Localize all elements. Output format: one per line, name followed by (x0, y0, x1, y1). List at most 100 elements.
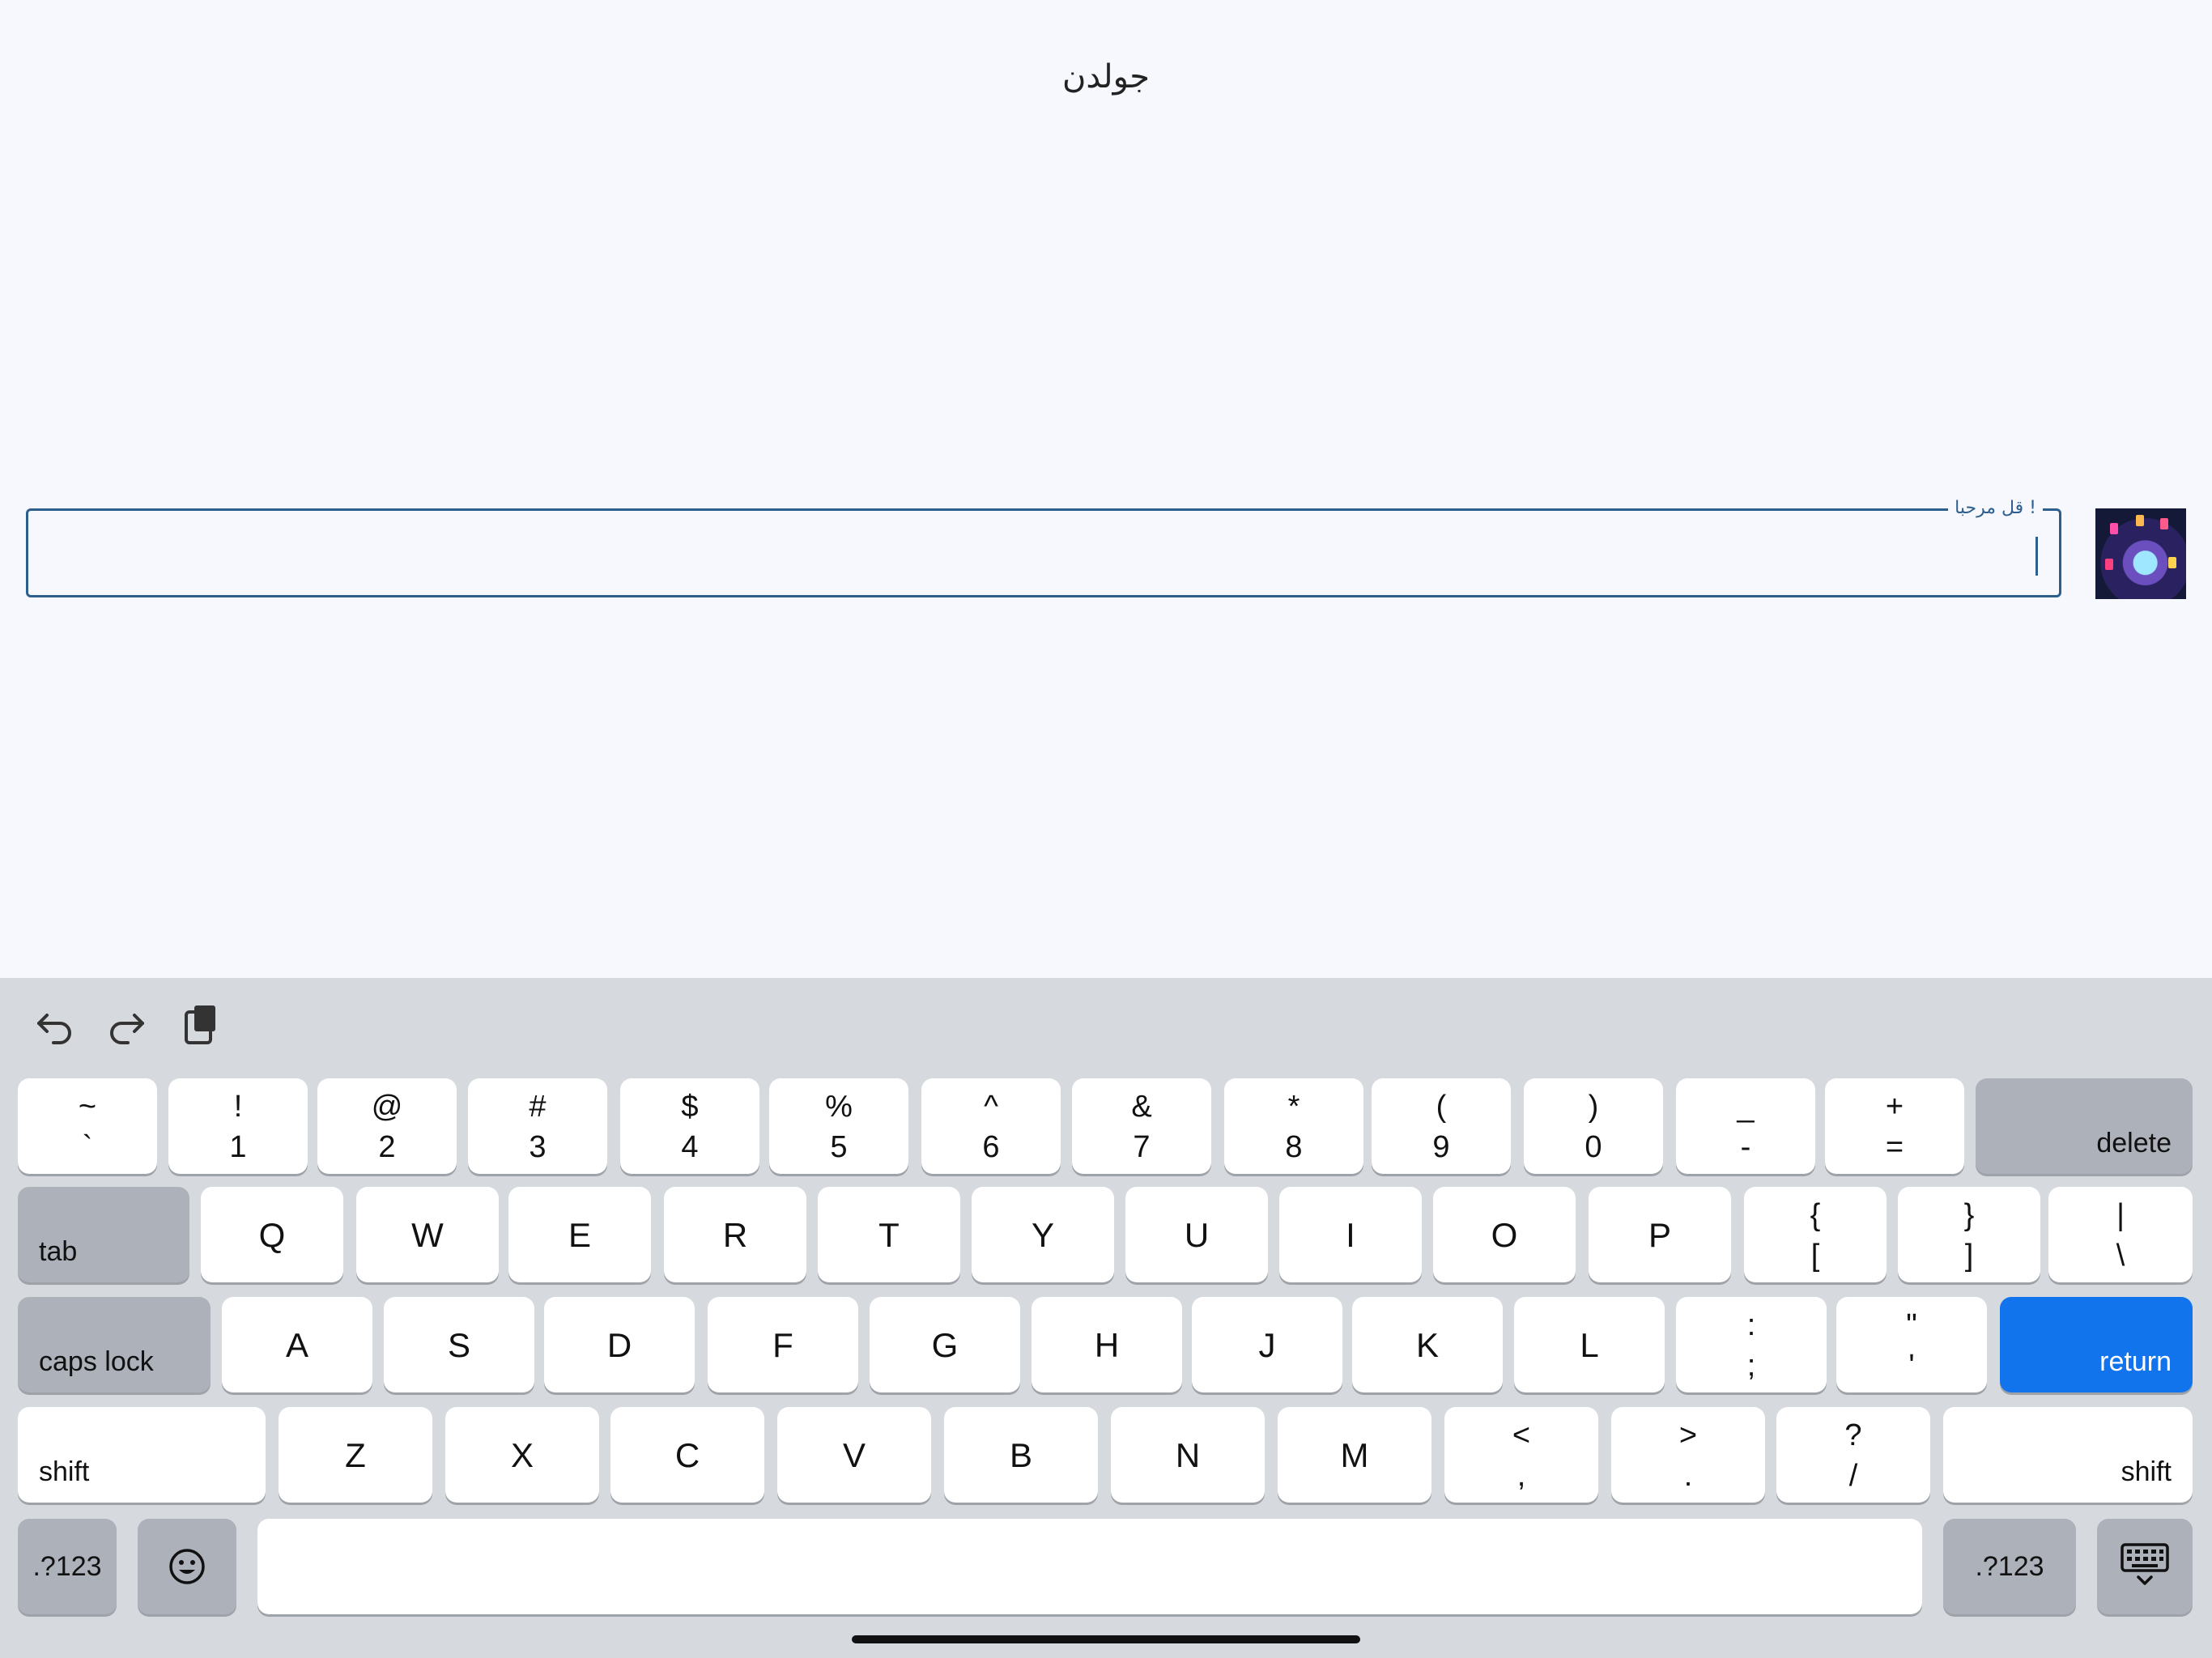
key-7[interactable]: & 7 (1072, 1078, 1211, 1174)
key-letter: R (722, 1216, 748, 1254)
tab-key[interactable]: tab (18, 1187, 189, 1282)
key-bottom-symbol: - (1740, 1130, 1751, 1164)
numbers-key-left[interactable]: .?123 (18, 1519, 117, 1614)
key-d[interactable]: D (544, 1297, 695, 1392)
home-indicator (852, 1635, 1360, 1643)
key-top-symbol: ! (233, 1090, 243, 1124)
shift-label: shift (2121, 1456, 2172, 1487)
key-3[interactable]: #3 (468, 1078, 607, 1174)
key-z[interactable]: Z (279, 1407, 432, 1503)
avatar[interactable] (2095, 508, 2186, 599)
key-symbol[interactable]: " ' (1836, 1297, 1987, 1392)
key-`[interactable]: ~ ` (18, 1078, 157, 1174)
shift-key-left[interactable]: shift (18, 1407, 266, 1503)
key-letter: M (1340, 1436, 1369, 1474)
dismiss-keyboard-key[interactable] (2097, 1519, 2193, 1614)
key-symbol[interactable]: {[ (1744, 1187, 1887, 1282)
undo-icon[interactable] (32, 1001, 78, 1046)
key-q[interactable]: Q (201, 1187, 343, 1282)
key-5[interactable]: % 5 (769, 1078, 908, 1174)
key-j[interactable]: J (1192, 1297, 1342, 1392)
key-n[interactable]: N (1111, 1407, 1265, 1503)
key-w[interactable]: W (356, 1187, 499, 1282)
key-=[interactable]: + = (1825, 1078, 1964, 1174)
key-letter: Y (1031, 1216, 1054, 1254)
key-y[interactable]: Y (972, 1187, 1114, 1282)
key-o[interactable]: O (1433, 1187, 1576, 1282)
key-g[interactable]: G (870, 1297, 1020, 1392)
space-bar[interactable] (257, 1519, 1922, 1614)
key-letter: B (1009, 1436, 1032, 1474)
key-e[interactable]: E (508, 1187, 651, 1282)
key-top-symbol: + (1885, 1090, 1904, 1124)
key-k[interactable]: K (1352, 1297, 1503, 1392)
key-letter: X (510, 1436, 534, 1474)
key-bottom-symbol: ' (1908, 1349, 1915, 1383)
delete-key[interactable]: delete (1976, 1078, 2193, 1174)
key-i[interactable]: I (1279, 1187, 1422, 1282)
key-h[interactable]: H (1032, 1297, 1182, 1392)
key-bottom-symbol: . (1683, 1459, 1693, 1493)
key-letter: L (1580, 1326, 1599, 1364)
paste-icon[interactable] (177, 1001, 222, 1046)
key-t[interactable]: T (818, 1187, 960, 1282)
key-top-symbol: < (1512, 1418, 1531, 1452)
return-label: return (2099, 1346, 2172, 1377)
key-top-symbol: @ (371, 1090, 403, 1124)
key-top-symbol: ^ (984, 1090, 998, 1124)
key-9[interactable]: (9 (1372, 1078, 1511, 1174)
redo-icon[interactable] (104, 1001, 149, 1046)
key-r[interactable]: R (664, 1187, 806, 1282)
key-letter: K (1415, 1326, 1439, 1364)
delete-label: delete (2096, 1128, 2172, 1158)
key-bottom-symbol: ; (1746, 1349, 1756, 1383)
page-title: جولدن (1062, 59, 1150, 95)
key-x[interactable]: X (445, 1407, 599, 1503)
key-4[interactable]: $4 (620, 1078, 759, 1174)
key-u[interactable]: U (1125, 1187, 1268, 1282)
key-top-symbol: ? (1844, 1418, 1862, 1452)
caps-lock-key[interactable]: caps lock (18, 1297, 211, 1392)
key--[interactable]: _ - (1676, 1078, 1815, 1174)
key-symbol[interactable]: ? / (1776, 1407, 1930, 1503)
key-v[interactable]: V (777, 1407, 931, 1503)
key-bottom-symbol: \ (2116, 1239, 2125, 1273)
keyboard-toolbar (0, 978, 2212, 1067)
key-symbol[interactable]: >. (1611, 1407, 1765, 1503)
key-top-symbol: { (1810, 1198, 1821, 1232)
key-f[interactable]: F (708, 1297, 858, 1392)
numbers-key-right[interactable]: .?123 (1943, 1519, 2076, 1614)
avatar-sparkle (2160, 518, 2168, 529)
message-input[interactable]: ! قل مرحبا (26, 498, 2061, 597)
key-top-symbol: " (1906, 1308, 1917, 1342)
key-8[interactable]: * 8 (1224, 1078, 1363, 1174)
key-symbol[interactable]: }] (1898, 1187, 2040, 1282)
key-6[interactable]: ^ 6 (921, 1078, 1061, 1174)
key-bottom-symbol: 3 (529, 1130, 547, 1164)
key-symbol[interactable]: :; (1676, 1297, 1827, 1392)
tab-label: tab (39, 1236, 78, 1267)
key-c[interactable]: C (610, 1407, 764, 1503)
emoji-key[interactable] (138, 1519, 236, 1614)
return-key[interactable]: return (2000, 1297, 2193, 1392)
key-0[interactable]: ) 0 (1524, 1078, 1663, 1174)
shift-key-right[interactable]: shift (1943, 1407, 2193, 1503)
key-top-symbol: % (825, 1090, 853, 1124)
key-b[interactable]: B (944, 1407, 1098, 1503)
key-symbol[interactable]: | \ (2048, 1187, 2193, 1282)
key-bottom-symbol: , (1516, 1459, 1526, 1493)
key-p[interactable]: P (1589, 1187, 1731, 1282)
key-2[interactable]: @2 (317, 1078, 457, 1174)
key-symbol[interactable]: <, (1444, 1407, 1598, 1503)
key-bottom-symbol: 8 (1285, 1130, 1303, 1164)
key-m[interactable]: M (1278, 1407, 1431, 1503)
numbers-label: .?123 (32, 1551, 102, 1582)
key-l[interactable]: L (1514, 1297, 1665, 1392)
key-s[interactable]: S (384, 1297, 534, 1392)
key-1[interactable]: ! 1 (168, 1078, 308, 1174)
key-letter: I (1346, 1216, 1355, 1254)
avatar-sparkle (2168, 557, 2176, 568)
avatar-sparkle (2136, 515, 2144, 526)
key-top-symbol: $ (681, 1090, 699, 1124)
key-a[interactable]: A (222, 1297, 372, 1392)
